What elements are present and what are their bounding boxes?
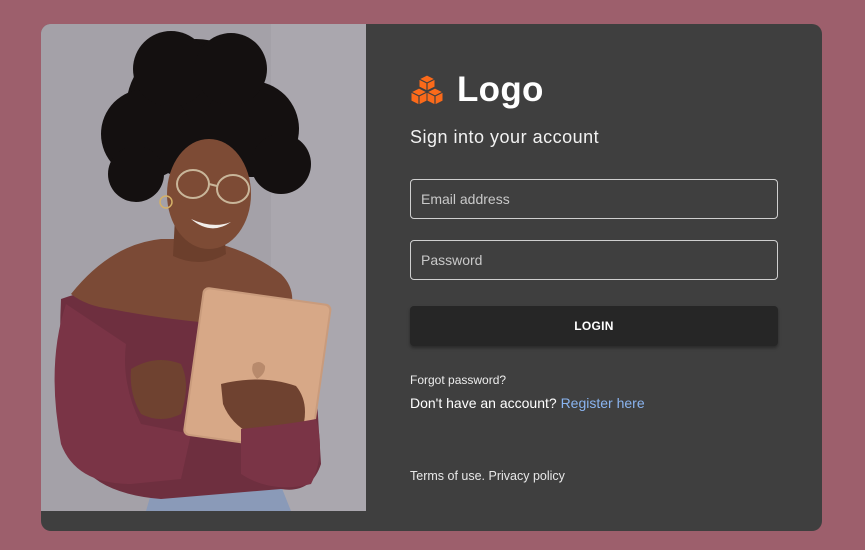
login-button[interactable]: LOGIN: [410, 306, 778, 346]
login-card: Logo Sign into your account LOGIN Forgot…: [41, 24, 822, 531]
password-field[interactable]: [410, 240, 778, 280]
logo-text: Logo: [457, 70, 544, 109]
terms-link[interactable]: Terms of use.: [410, 469, 485, 483]
cubes-icon: [410, 74, 444, 106]
register-link[interactable]: Register here: [561, 395, 645, 411]
hero-photo: [41, 24, 366, 511]
email-field[interactable]: [410, 179, 778, 219]
no-account-text: Don't have an account?: [410, 395, 557, 411]
brand-logo: Logo: [410, 70, 544, 110]
privacy-link[interactable]: Privacy policy: [489, 469, 565, 483]
login-form: Logo Sign into your account LOGIN Forgot…: [410, 24, 778, 531]
footer-links: Terms of use. Privacy policy: [410, 469, 565, 483]
register-prompt: Don't have an account? Register here: [410, 395, 645, 411]
form-subtitle: Sign into your account: [410, 127, 600, 147]
forgot-password-link[interactable]: Forgot password?: [410, 373, 506, 387]
